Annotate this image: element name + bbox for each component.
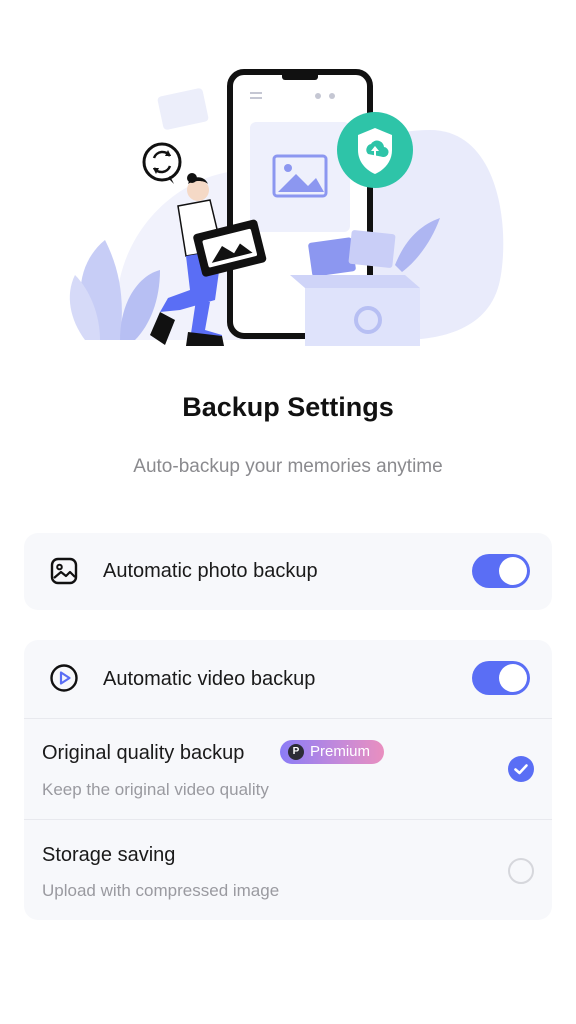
premium-badge: P Premium bbox=[280, 740, 385, 764]
option-title: Storage saving bbox=[42, 844, 176, 866]
photo-backup-row[interactable]: Automatic photo backup bbox=[24, 533, 552, 610]
video-backup-toggle[interactable] bbox=[472, 661, 530, 695]
photo-backup-card: Automatic photo backup bbox=[24, 533, 552, 610]
video-backup-card: Automatic video backup Original quality … bbox=[24, 640, 552, 920]
folder-illustration bbox=[157, 88, 209, 130]
option-title: Original quality backup bbox=[42, 742, 245, 764]
radio-unchecked[interactable] bbox=[508, 858, 534, 884]
photo-icon bbox=[50, 557, 78, 585]
option-original-quality[interactable]: Original quality backup P Premium Keep t… bbox=[24, 719, 552, 819]
option-description: Upload with compressed image bbox=[42, 881, 280, 900]
cloud-shield-icon bbox=[337, 112, 413, 188]
page-subtitle: Auto-backup your memories anytime bbox=[133, 456, 443, 477]
page-title: Backup Settings bbox=[182, 392, 394, 422]
toggle-knob bbox=[499, 664, 527, 692]
radio-checked[interactable] bbox=[508, 756, 534, 782]
photo-backup-label: Automatic photo backup bbox=[103, 560, 318, 582]
photo-backup-toggle[interactable] bbox=[472, 554, 530, 588]
sync-icon bbox=[142, 142, 182, 184]
option-description: Keep the original video quality bbox=[42, 780, 269, 799]
premium-badge-label: Premium bbox=[310, 743, 371, 760]
toggle-knob bbox=[499, 557, 527, 585]
video-backup-row[interactable]: Automatic video backup bbox=[24, 640, 552, 718]
premium-icon: P bbox=[288, 744, 304, 760]
hero-illustration bbox=[0, 50, 576, 360]
video-backup-label: Automatic video backup bbox=[103, 668, 316, 690]
play-circle-icon bbox=[50, 664, 78, 692]
option-storage-saving[interactable]: Storage saving Upload with compressed im… bbox=[24, 820, 552, 920]
check-icon bbox=[514, 764, 528, 775]
